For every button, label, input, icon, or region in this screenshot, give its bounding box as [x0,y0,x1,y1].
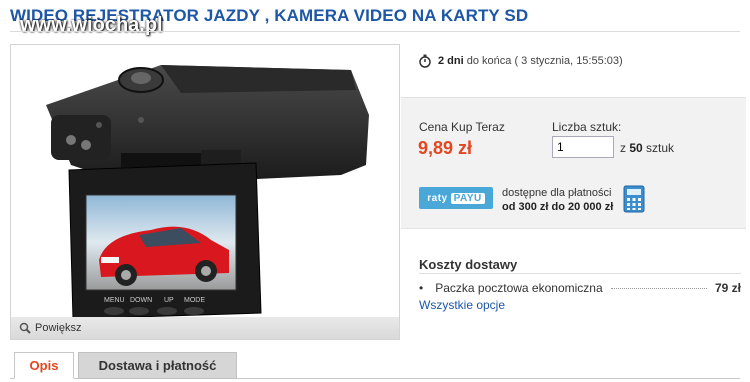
payu-line2: od 300 zł do 20 000 zł [502,201,614,213]
enlarge-button[interactable]: Powiększ [11,317,399,339]
product-image-panel[interactable]: MENU DOWN UP MODE Powiększ [10,44,400,340]
quantity-max: z 50 sztuk [620,141,674,155]
time-suffix: do końca [466,55,512,67]
quantity-label: Liczba sztuk: [552,120,622,134]
payu-line1: dostępne dla płatności [502,187,612,199]
screen-button-label: MENU [104,297,125,304]
payu-logo-left: raty [427,192,448,204]
all-shipping-options-link[interactable]: Wszystkie opcje [419,298,505,312]
quantity-input[interactable] [552,136,614,158]
screen-button-label: DOWN [130,297,152,304]
stopwatch-icon [419,54,431,68]
tab-description[interactable]: Opis [14,352,74,379]
end-date: ( 3 stycznia, 15:55:03) [514,55,623,67]
time-remaining: 2 dni [438,55,464,67]
bullet: • [419,281,424,295]
calculator-icon[interactable] [623,185,645,213]
product-image: MENU DOWN UP MODE [46,65,369,319]
quantity-max-value: 50 [629,141,643,155]
screen-button-label: MODE [184,297,205,304]
leader-dots [610,288,707,289]
tab-shipping-payment[interactable]: Dostawa i płatność [78,352,237,379]
watermark: www.wiocha.pl [20,14,163,36]
screen-button-label: UP [164,297,174,304]
price-value: 9,89 zł [418,138,473,158]
auction-timer: 2 dni do końca ( 3 stycznia, 15:55:03) [418,54,623,68]
enlarge-label: Powiększ [35,322,82,334]
payu-logo-right: PAYU [450,192,485,204]
payu-info: dostępne dla płatności od 300 zł do 20 0… [502,186,613,214]
quantity-of-prefix: z [620,141,626,155]
shipping-divider [419,273,741,274]
title-divider [10,31,740,32]
quantity-unit: sztuk [646,141,675,155]
shipping-title: Koszty dostawy [419,257,518,272]
magnifier-icon [19,322,31,334]
payu-installments-logo[interactable]: raty PAYU [419,187,493,209]
price-label: Cena Kup Teraz [419,120,505,134]
shipping-option-price: 79 zł [714,281,741,295]
buy-now-panel: Cena Kup Teraz 9,89 zł Liczba sztuk: z 5… [401,97,746,229]
shipping-option-name: Paczka pocztowa ekonomiczna [435,281,603,295]
shipping-option-row: • Paczka pocztowa ekonomiczna 79 zł [419,281,741,295]
